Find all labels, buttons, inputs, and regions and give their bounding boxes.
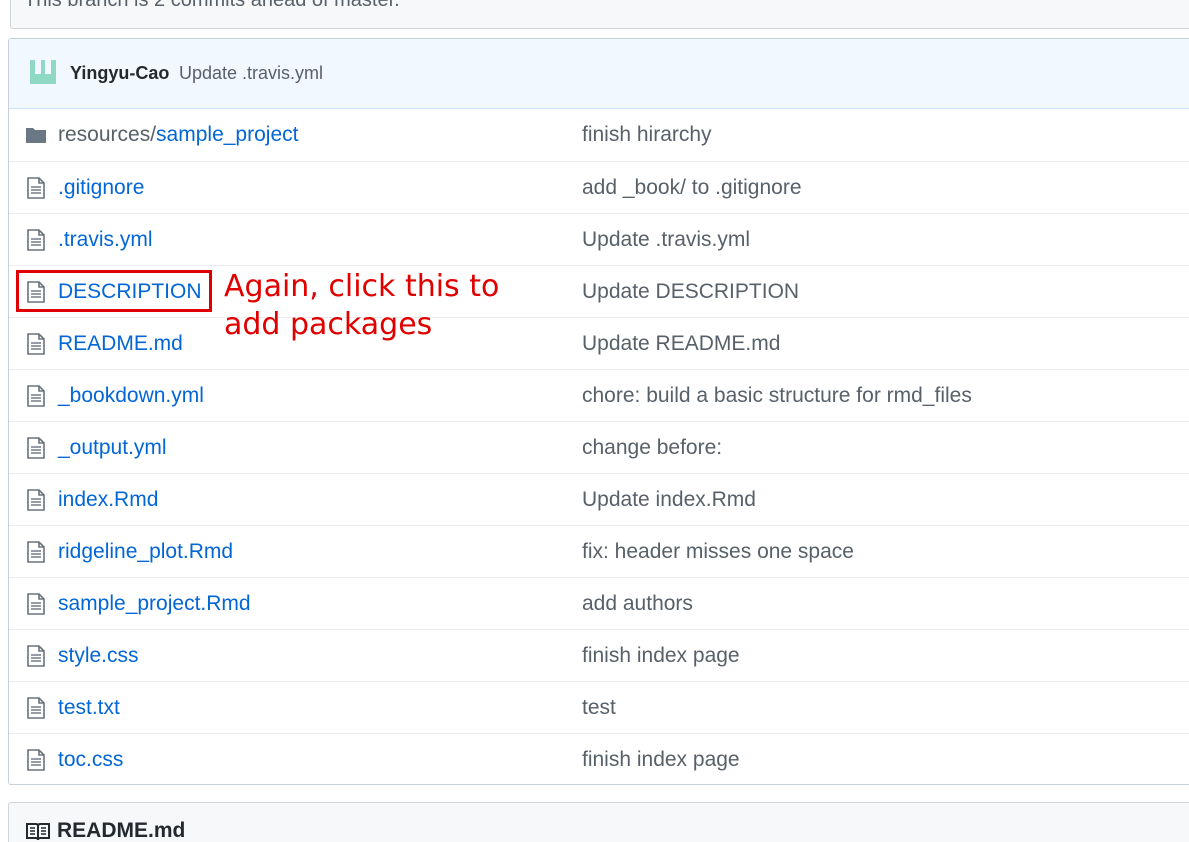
page: This branch is 2 commits ahead of master…: [0, 0, 1189, 842]
file-name-link[interactable]: index.Rmd: [58, 487, 158, 513]
file-row: test.txt test: [9, 681, 1189, 733]
file-name-text[interactable]: _bookdown.yml: [58, 384, 204, 407]
file-row: style.css finish index page: [9, 629, 1189, 681]
branch-status-text: This branch is 2 commits ahead of master…: [24, 0, 400, 11]
file-icon: [25, 541, 47, 563]
file-icon-graphic: [27, 437, 45, 459]
file-commit-message-link[interactable]: chore: build a basic structure for rmd_f…: [582, 383, 972, 409]
file-row: resources/sample_project finish hirarchy: [9, 109, 1189, 161]
file-row: _bookdown.yml chore: build a basic struct…: [9, 369, 1189, 421]
file-commit-message-link[interactable]: finish hirarchy: [582, 122, 712, 148]
file-commit-message-link[interactable]: fix: header misses one space: [582, 539, 854, 565]
file-row: index.Rmd Update index.Rmd: [9, 473, 1189, 525]
file-name-text[interactable]: ridgeline_plot.Rmd: [58, 540, 233, 563]
file-name-text[interactable]: .travis.yml: [58, 228, 153, 251]
file-name-text[interactable]: style.css: [58, 644, 139, 667]
file-icon: [25, 697, 47, 719]
file-commit-message-link[interactable]: change before:: [582, 435, 722, 461]
file-list-box: Yingyu-Cao Update .travis.yml resources/…: [8, 38, 1189, 785]
file-icon: [25, 645, 47, 667]
file-commit-message-link[interactable]: Update README.md: [582, 331, 780, 357]
file-icon-graphic: [27, 385, 45, 407]
file-rows: resources/sample_project finish hirarchy.…: [9, 109, 1189, 785]
file-row: .travis.yml Update .travis.yml: [9, 213, 1189, 265]
file-name-link[interactable]: toc.css: [58, 747, 123, 773]
file-name-link[interactable]: .travis.yml: [58, 227, 153, 253]
file-commit-message-link[interactable]: test: [582, 695, 616, 721]
file-row: toc.css finish index page: [9, 733, 1189, 785]
book-icon: [25, 821, 51, 842]
file-icon: [25, 749, 47, 771]
file-name-link[interactable]: resources/sample_project: [58, 122, 298, 148]
file-icon-graphic: [27, 593, 45, 615]
commit-author-link[interactable]: Yingyu-Cao: [70, 63, 169, 84]
file-name-link[interactable]: sample_project.Rmd: [58, 591, 251, 617]
file-commit-message-link[interactable]: finish index page: [582, 643, 740, 669]
file-path-prefix[interactable]: resources/: [58, 123, 156, 146]
file-commit-message-link[interactable]: Update .travis.yml: [582, 227, 750, 253]
file-name-link[interactable]: style.css: [58, 643, 139, 669]
file-icon: [25, 229, 47, 251]
file-row: _output.yml change before:: [9, 421, 1189, 473]
file-icon-graphic: [27, 697, 45, 719]
readme-title: README.md: [57, 819, 186, 842]
file-name-text[interactable]: sample_project: [156, 123, 298, 146]
file-icon: [25, 489, 47, 511]
annotation-highlight-box: [16, 270, 212, 312]
file-icon: [25, 177, 47, 199]
file-name-link[interactable]: _output.yml: [58, 435, 167, 461]
file-name-text[interactable]: test.txt: [58, 696, 120, 719]
file-icon-graphic: [27, 333, 45, 355]
file-row: sample_project.Rmd add authors: [9, 577, 1189, 629]
file-icon-graphic: [27, 541, 45, 563]
file-row: .gitignore add _book/ to .gitignore: [9, 161, 1189, 213]
file-name-link[interactable]: test.txt: [58, 695, 120, 721]
commit-message-link[interactable]: Update .travis.yml: [179, 63, 323, 84]
file-name-text[interactable]: .gitignore: [58, 176, 144, 199]
folder-icon-graphic: [26, 128, 46, 143]
file-name-text[interactable]: index.Rmd: [58, 488, 158, 511]
file-icon: [25, 333, 47, 355]
folder-icon: [25, 124, 47, 146]
file-icon-graphic: [27, 229, 45, 251]
branch-info-bar: This branch is 2 commits ahead of master…: [10, 0, 1189, 29]
file-name-text[interactable]: sample_project.Rmd: [58, 592, 251, 615]
file-icon-graphic: [27, 749, 45, 771]
file-name-link[interactable]: .gitignore: [58, 175, 144, 201]
file-commit-message-link[interactable]: add authors: [582, 591, 693, 617]
file-name-link[interactable]: ridgeline_plot.Rmd: [58, 539, 233, 565]
file-row: ridgeline_plot.Rmd fix: header misses one…: [9, 525, 1189, 577]
file-row: README.md Update README.md: [9, 317, 1189, 369]
annotation-text: Again, click this to add packages: [224, 269, 500, 342]
file-commit-message-link[interactable]: add _book/ to .gitignore: [582, 175, 802, 201]
file-name-text[interactable]: _output.yml: [58, 436, 167, 459]
file-icon: [25, 593, 47, 615]
file-icon: [25, 385, 47, 407]
file-name-link[interactable]: _bookdown.yml: [58, 383, 204, 409]
file-icon-graphic: [27, 645, 45, 667]
file-commit-message-link[interactable]: Update index.Rmd: [582, 487, 756, 513]
avatar[interactable]: [28, 58, 58, 88]
file-icon: [25, 437, 47, 459]
latest-commit-bar: Yingyu-Cao Update .travis.yml: [9, 39, 1189, 109]
file-commit-message-link[interactable]: Update DESCRIPTION: [582, 279, 799, 305]
file-commit-message-link[interactable]: finish index page: [582, 747, 740, 773]
file-name-text[interactable]: toc.css: [58, 748, 123, 771]
file-icon-graphic: [27, 489, 45, 511]
readme-header: README.md: [8, 802, 1189, 842]
file-name-text[interactable]: README.md: [58, 332, 183, 355]
file-name-link[interactable]: README.md: [58, 331, 183, 357]
file-icon-graphic: [27, 177, 45, 199]
